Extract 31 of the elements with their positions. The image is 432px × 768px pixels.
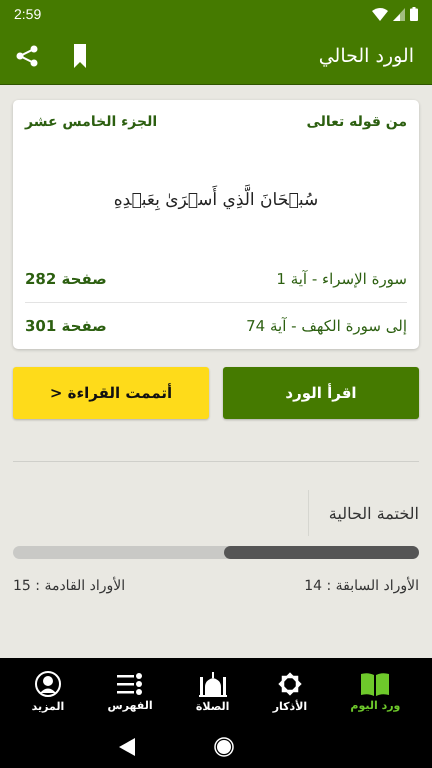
battery-icon — [410, 7, 418, 21]
finished-reading-button[interactable]: أتممت القراءة < — [13, 367, 209, 419]
wifi-icon — [372, 8, 388, 20]
verse-text: سُبۡحَانَ الَّذِي أَسۡرَىٰ بِعَبۡدِهِ — [25, 144, 407, 256]
intro-label: من قوله تعالى — [306, 114, 407, 130]
previous-count: الأوراد السابقة : 14 — [304, 578, 419, 594]
next-count: الأوراد القادمة : 15 — [13, 578, 126, 594]
star-icon — [276, 671, 303, 697]
page-number: صفحة 282 — [25, 270, 107, 288]
nav-tab[interactable]: ورد اليوم — [346, 672, 404, 712]
nav-tab[interactable]: الفهرس — [104, 672, 157, 712]
juz-label: الجزء الخامس عشر — [25, 114, 158, 130]
nav-tab[interactable]: الأذكار — [268, 671, 312, 713]
range-location: إلى سورة الكهف - آية 74 — [246, 317, 407, 335]
nav-tab[interactable]: المزيد — [28, 671, 68, 713]
book-icon — [361, 672, 390, 696]
screen-title: الورد الحالي — [318, 45, 414, 67]
nav-tab[interactable]: الصلاة — [192, 671, 234, 713]
status-time: 2:59 — [14, 6, 42, 22]
range-location: سورة الإسراء - آية 1 — [276, 270, 407, 288]
profile-icon — [34, 671, 61, 697]
bookmark-icon[interactable] — [74, 44, 86, 68]
read-button[interactable]: اقرأ الورد — [223, 367, 419, 419]
home-icon[interactable] — [214, 737, 234, 757]
list-icon — [117, 672, 144, 696]
share-icon[interactable] — [16, 45, 38, 67]
page-number: صفحة 301 — [25, 317, 107, 335]
signal-icon — [393, 8, 405, 20]
mosque-icon — [198, 671, 227, 697]
section-title: الختمة الحالية — [328, 504, 419, 522]
back-icon[interactable] — [119, 738, 136, 756]
